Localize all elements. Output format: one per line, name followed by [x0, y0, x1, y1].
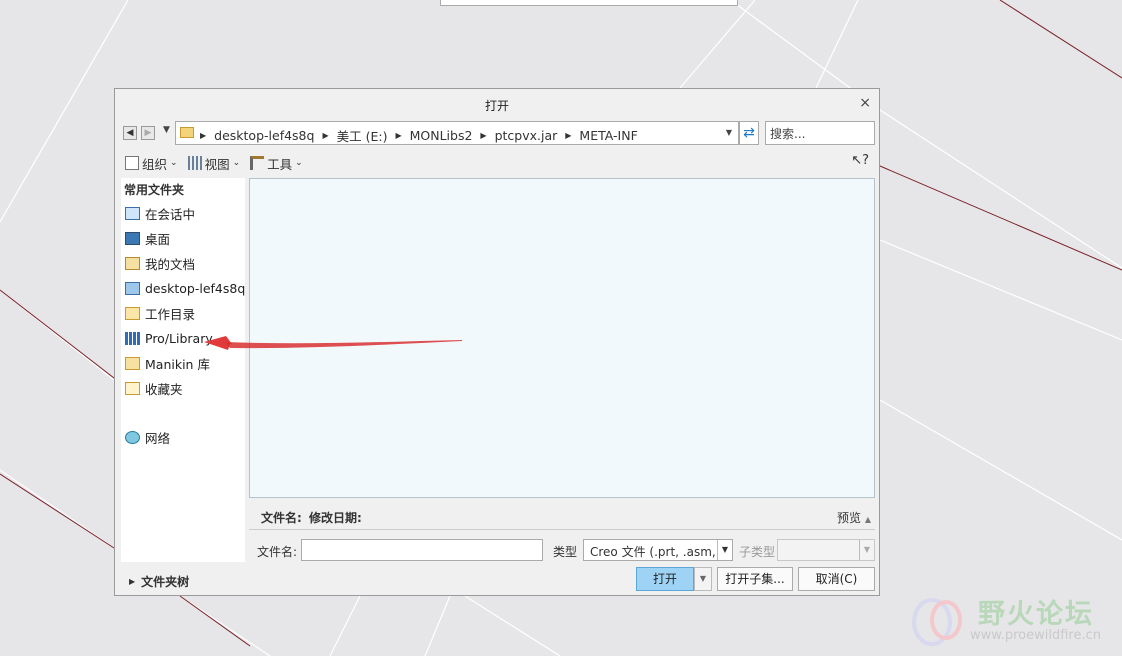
sidebar-item-label: 在会话中	[145, 206, 196, 222]
organize-icon	[125, 156, 139, 170]
filename-field[interactable]	[301, 539, 543, 561]
breadcrumb-item[interactable]: MONLibs2	[410, 128, 473, 143]
background-panel	[440, 0, 738, 6]
forum-watermark: 野火论坛 www.proewildfire.cn	[908, 590, 1120, 654]
forward-icon[interactable]: ▶	[141, 126, 155, 140]
sidebar-item-label: 工作目录	[145, 306, 196, 322]
tools-icon	[250, 156, 265, 170]
help-label: ?	[862, 153, 869, 168]
navigation-row: ◀ ▶ ▼ ▶ desktop-lef4s8q ▶ 美工 (E:) ▶ MONL…	[123, 121, 875, 145]
folder-icon	[180, 127, 194, 138]
file-list-area[interactable]	[249, 178, 875, 498]
breadcrumb-item[interactable]: ptcpvx.jar	[495, 128, 558, 143]
sidebar-item-desktop[interactable]: 桌面	[125, 228, 170, 248]
sidebar-item-my-documents[interactable]: 我的文档	[125, 253, 195, 273]
breadcrumb-item[interactable]: META-INF	[579, 128, 637, 143]
manikin-library-icon	[125, 356, 140, 370]
breadcrumb-item[interactable]: desktop-lef4s8q	[214, 128, 314, 143]
desktop-icon	[125, 231, 140, 245]
address-bar[interactable]: ▶ desktop-lef4s8q ▶ 美工 (E:) ▶ MONLibs2 ▶…	[175, 121, 739, 145]
back-icon[interactable]: ◀	[123, 126, 137, 140]
sidebar-item-label: desktop-lef4s8q	[145, 280, 246, 296]
organize-menu[interactable]: 组织 ⌄	[125, 154, 178, 173]
sidebar-item-label: 我的文档	[145, 256, 196, 272]
computer-icon	[125, 281, 140, 295]
type-label: 类型	[553, 545, 578, 559]
breadcrumb: ▶ desktop-lef4s8q ▶ 美工 (E:) ▶ MONLibs2 ▶…	[200, 126, 646, 145]
sidebar-item-manikin-library[interactable]: Manikin 库	[125, 353, 210, 373]
chevron-down-icon: ⌄	[295, 158, 303, 168]
chevron-down-icon: ⌄	[232, 158, 241, 168]
common-folders-sidebar: 常用文件夹 在会话中 桌面 我的文档 desktop-lef4s8q 工作目录 …	[121, 178, 245, 562]
open-button[interactable]: 打开	[636, 567, 694, 591]
filename-label: 文件名:	[257, 545, 298, 559]
chevron-down-icon: ▼	[859, 540, 874, 560]
dialog-footer: ▶ 文件夹树 打开 ▼ 打开子集... 取消(C)	[115, 565, 879, 595]
network-icon	[125, 430, 140, 444]
filename-column-header[interactable]: 文件名:	[261, 509, 302, 526]
watermark-url: www.proewildfire.cn	[970, 628, 1101, 643]
file-type-value: Creo 文件 (.prt, .asm,	[590, 545, 716, 559]
view-label: 视图	[204, 156, 230, 172]
subtype-label: 子类型	[739, 545, 776, 559]
library-icon	[125, 331, 140, 345]
sidebar-item-working-directory[interactable]: 工作目录	[125, 303, 195, 323]
watermark-title: 野火论坛	[978, 599, 1094, 630]
close-icon[interactable]: ×	[859, 95, 871, 111]
view-grid-icon	[187, 156, 202, 170]
chevron-down-icon: ▼	[717, 540, 732, 560]
cancel-button[interactable]: 取消(C)	[798, 567, 875, 591]
history-dropdown-icon[interactable]: ▼	[163, 125, 170, 135]
monitor-icon	[125, 206, 140, 220]
chevron-up-icon: ▲	[864, 515, 871, 524]
sidebar-item-favorites[interactable]: 收藏夹	[125, 378, 183, 398]
refresh-icon[interactable]: ⇄	[739, 121, 759, 145]
organize-label: 组织	[142, 156, 168, 172]
documents-icon	[125, 256, 140, 270]
help-icon[interactable]: ↖?	[851, 153, 869, 168]
chevron-down-icon: ⌄	[170, 158, 178, 168]
open-file-dialog: 打开 × ◀ ▶ ▼ ▶ desktop-lef4s8q ▶ 美工 (E:) ▶…	[114, 88, 880, 596]
dialog-title: 打开	[484, 99, 509, 113]
chevron-right-icon[interactable]: ▶	[395, 131, 401, 140]
folder-tree-label: 文件夹树	[141, 575, 190, 589]
preview-label: 预览	[837, 511, 862, 525]
sidebar-item-pro-library[interactable]: Pro/Library	[125, 328, 213, 348]
sidebar-item-network[interactable]: 网络	[125, 427, 170, 447]
sidebar-item-in-session[interactable]: 在会话中	[125, 203, 195, 223]
breadcrumb-item[interactable]: 美工 (E:)	[337, 126, 388, 145]
favorites-icon	[125, 381, 140, 395]
view-menu[interactable]: 视图 ⌄	[187, 154, 241, 173]
chevron-down-icon[interactable]: ▼	[694, 567, 712, 591]
chevron-right-icon[interactable]: ▶	[565, 131, 571, 140]
preview-toggle[interactable]: 预览 ▲	[837, 509, 871, 526]
sidebar-header: 常用文件夹	[124, 183, 185, 197]
sidebar-item-label: Manikin 库	[145, 356, 210, 372]
working-folder-icon	[125, 306, 140, 320]
filename-row: 文件名: 类型 Creo 文件 (.prt, .asm, ▼ 子类型 ▼	[249, 537, 875, 563]
sidebar-item-label: 网络	[145, 430, 171, 446]
details-header: 文件名: 修改日期: 预览 ▲	[249, 503, 875, 530]
dialog-titlebar[interactable]: 打开 ×	[115, 89, 879, 119]
modified-column-header[interactable]: 修改日期:	[309, 509, 362, 526]
sidebar-item-computer[interactable]: desktop-lef4s8q	[125, 278, 245, 298]
chevron-right-icon[interactable]: ▶	[200, 131, 206, 140]
tools-menu[interactable]: 工具 ⌄	[250, 154, 303, 173]
sidebar-item-label: 收藏夹	[145, 381, 183, 397]
file-type-select[interactable]: Creo 文件 (.prt, .asm, ▼	[583, 539, 733, 561]
tools-label: 工具	[267, 156, 293, 172]
toolbar: 组织 ⌄ 视图 ⌄ 工具 ⌄ ↖?	[125, 153, 873, 173]
chevron-right-icon: ▶	[129, 577, 136, 586]
sidebar-item-label: Pro/Library	[145, 330, 213, 346]
folder-tree-toggle[interactable]: ▶ 文件夹树	[129, 573, 189, 590]
sidebar-item-label: 桌面	[145, 231, 171, 247]
chevron-right-icon[interactable]: ▶	[322, 131, 328, 140]
open-subset-button[interactable]: 打开子集...	[717, 567, 793, 591]
wildfire-logo-icon	[912, 598, 962, 646]
chevron-right-icon[interactable]: ▶	[480, 131, 486, 140]
chevron-down-icon[interactable]: ▼	[722, 124, 736, 142]
subtype-select[interactable]: ▼	[777, 539, 875, 561]
search-input[interactable]: 搜索...	[765, 121, 875, 145]
